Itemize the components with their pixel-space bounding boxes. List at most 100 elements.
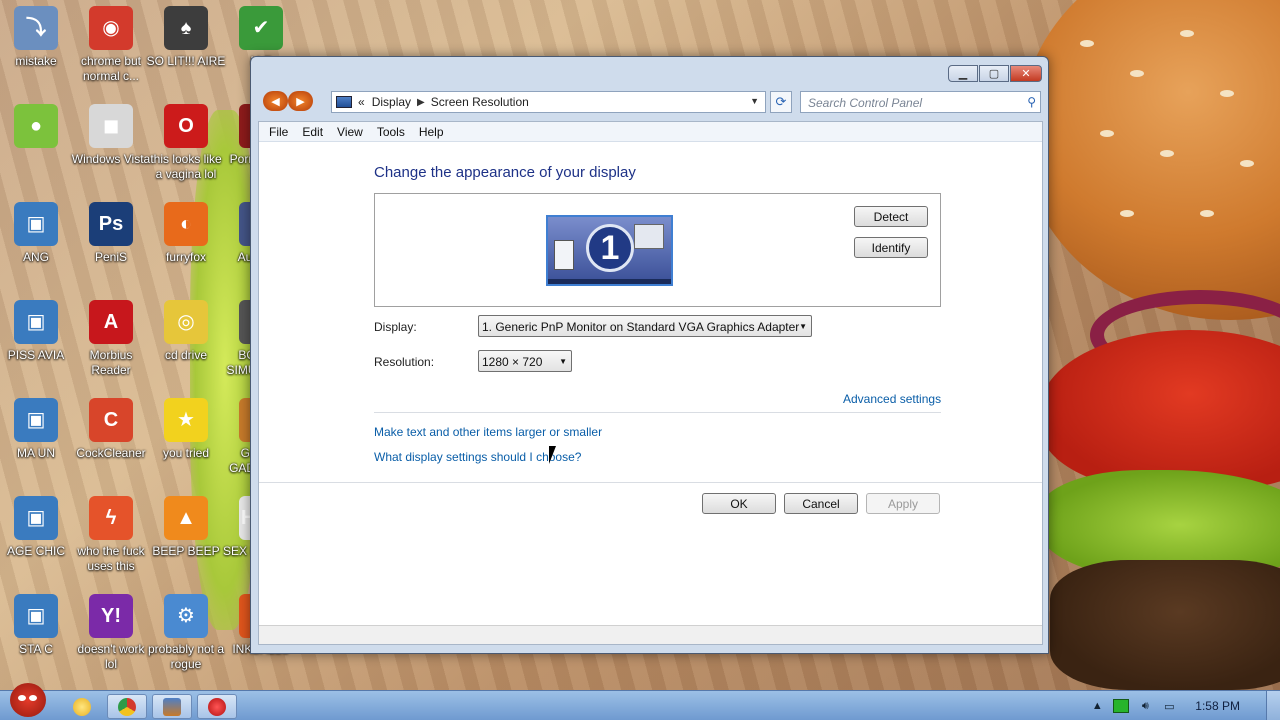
desktop-icon-label: doesn't work lol bbox=[77, 642, 145, 671]
breadcrumb-display[interactable]: Display bbox=[372, 95, 411, 109]
advanced-settings-link[interactable]: Advanced settings bbox=[843, 392, 941, 406]
desktop-icon-label: ANG bbox=[22, 250, 49, 264]
photoshop-icon: Ps bbox=[89, 202, 133, 246]
start-button[interactable] bbox=[2, 683, 50, 720]
apply-button[interactable]: Apply bbox=[866, 493, 940, 514]
desktop-icon[interactable]: ♠ SO LIT!!! AIRE bbox=[146, 6, 226, 69]
desktop-icon[interactable]: ◐ furryfox bbox=[146, 202, 226, 265]
desktop-icon[interactable]: ▣ PISS AVIA bbox=[0, 300, 76, 363]
detect-button[interactable]: Detect bbox=[854, 206, 928, 227]
desktop-icon[interactable]: Ps PeniS bbox=[71, 202, 151, 265]
desktop-icon[interactable]: C CockCleaner bbox=[71, 398, 151, 461]
display-label: Display: bbox=[374, 320, 417, 334]
refresh-button[interactable]: ⟳ bbox=[770, 91, 792, 113]
desktop-icon[interactable]: ⤵ mistake bbox=[0, 6, 76, 69]
maximize-button[interactable]: ▢ bbox=[979, 65, 1009, 82]
desktop-icon[interactable]: ▣ AGE CHIC bbox=[0, 496, 76, 559]
desktop-icon[interactable]: ● bbox=[0, 104, 76, 152]
desktop-icon[interactable]: ⚙ probably not a rogue bbox=[146, 594, 226, 672]
menu-tools[interactable]: Tools bbox=[370, 125, 412, 139]
desktop-icon[interactable]: Othis looks like a vagina lol bbox=[146, 104, 226, 182]
menu-help[interactable]: Help bbox=[412, 125, 451, 139]
display-select[interactable]: 1. Generic PnP Monitor on Standard VGA G… bbox=[478, 315, 812, 337]
menu-view[interactable]: View bbox=[330, 125, 370, 139]
desktop-icon[interactable]: ▲ BEEP BEEP bbox=[146, 496, 226, 559]
breadcrumb-separator-icon[interactable]: ▶ bbox=[417, 97, 425, 108]
navigation-bar: ◀ ▶ « Display ▶ Screen Resolution ▼ ⟳ Se… bbox=[259, 89, 1042, 113]
taskbar-opera[interactable] bbox=[197, 694, 237, 719]
address-dropdown-icon[interactable]: ▼ bbox=[750, 96, 759, 106]
show-hidden-icons-icon[interactable]: ▲ bbox=[1089, 699, 1105, 713]
desktop-icon-label: mistake bbox=[15, 54, 57, 68]
desktop-icon[interactable]: ▣ MA UN bbox=[0, 398, 76, 461]
refresh-icon: ⟳ bbox=[775, 94, 787, 109]
shield-icon: ✔ bbox=[239, 6, 283, 50]
menu-edit[interactable]: Edit bbox=[295, 125, 330, 139]
angry-bird-icon bbox=[10, 683, 46, 717]
firefox-icon: ◐ bbox=[164, 202, 208, 246]
taskbar-chrome[interactable] bbox=[107, 694, 147, 719]
vlc-icon: ▲ bbox=[164, 496, 208, 540]
chevron-down-icon: ▼ bbox=[559, 357, 567, 366]
back-button[interactable]: ◀ bbox=[263, 91, 288, 111]
desktop-icon[interactable]: ◉ chrome but normal c... bbox=[71, 6, 151, 84]
desktop-icon-label: PISS AVIA bbox=[7, 348, 65, 362]
forward-button[interactable]: ▶ bbox=[288, 91, 313, 111]
taskbar-explorer[interactable] bbox=[62, 694, 102, 719]
desktop-icon[interactable]: ★ you tried bbox=[146, 398, 226, 461]
address-bar[interactable]: « Display ▶ Screen Resolution ▼ bbox=[331, 91, 766, 113]
mouse-cursor-icon bbox=[549, 446, 556, 464]
network-icon[interactable] bbox=[1113, 699, 1130, 713]
desktop-icon-label: cd drive bbox=[164, 348, 208, 362]
menu-file[interactable]: File bbox=[262, 125, 295, 139]
app-icon: ▣ bbox=[14, 594, 58, 638]
search-input[interactable]: Search Control Panel ⚲ bbox=[800, 91, 1041, 113]
yahoo-icon: Y! bbox=[89, 594, 133, 638]
display-select-value: 1. Generic PnP Monitor on Standard VGA G… bbox=[482, 320, 800, 334]
app-icon: ▣ bbox=[14, 398, 58, 442]
desktop-icon[interactable]: ϟ who the fuck uses this bbox=[71, 496, 151, 574]
clock[interactable]: 1:58 PM bbox=[1195, 699, 1240, 713]
desktop-icon[interactable]: ◎ cd drive bbox=[146, 300, 226, 363]
identify-button[interactable]: Identify bbox=[854, 237, 928, 258]
page-title: Change the appearance of your display bbox=[374, 164, 636, 181]
volume-icon[interactable]: 🔊︎ bbox=[1137, 699, 1153, 713]
cancel-button[interactable]: Cancel bbox=[784, 493, 858, 514]
desktop-icon[interactable]: A Morbius Reader bbox=[71, 300, 151, 378]
status-bar bbox=[259, 625, 1042, 644]
desktop-icon-label: furryfox bbox=[165, 250, 206, 264]
breadcrumb-screen-resolution[interactable]: Screen Resolution bbox=[431, 95, 529, 109]
divider bbox=[374, 412, 941, 413]
minimize-icon: ▁ bbox=[958, 68, 968, 80]
chrome-icon bbox=[118, 697, 136, 716]
address-prefix[interactable]: « bbox=[358, 95, 365, 109]
power-icon[interactable]: ▭ bbox=[1161, 699, 1177, 713]
resolution-select-value: 1280 × 720 bbox=[482, 355, 543, 369]
text-size-link[interactable]: Make text and other items larger or smal… bbox=[374, 425, 602, 439]
desktop-icon[interactable]: Y! doesn't work lol bbox=[71, 594, 151, 672]
opera-icon bbox=[208, 697, 226, 716]
system-tray: ▲ 🔊︎ ▭ 1:58 PM bbox=[1085, 691, 1280, 720]
cards-icon: ♠ bbox=[164, 6, 208, 50]
minimize-button[interactable]: ▁ bbox=[948, 65, 978, 82]
desktop-icon[interactable]: ▣ STA C bbox=[0, 594, 76, 657]
taskbar-control-panel[interactable] bbox=[152, 694, 192, 719]
button-divider bbox=[259, 482, 1042, 483]
resolution-select[interactable]: 1280 × 720 ▼ bbox=[478, 350, 572, 372]
desktop-icon-label: chrome but normal c... bbox=[80, 54, 142, 83]
desktop-icon-label: SO LIT!!! AIRE bbox=[146, 54, 226, 68]
desktop-icon[interactable]: ◼ Windows Vista bbox=[71, 104, 151, 167]
maximize-icon: ▢ bbox=[988, 68, 1000, 80]
monitor-1-icon[interactable]: 1 bbox=[546, 215, 673, 286]
title-bar[interactable]: ▁ ▢ ✕ bbox=[251, 57, 1048, 85]
close-button[interactable]: ✕ bbox=[1010, 65, 1042, 82]
search-icon[interactable]: ⚲ bbox=[1027, 95, 1036, 109]
app-icon: ▣ bbox=[14, 496, 58, 540]
show-desktop-button[interactable] bbox=[1266, 691, 1280, 720]
desktop-icon[interactable]: ▣ ANG bbox=[0, 202, 76, 265]
desktop-icon-label: Morbius Reader bbox=[89, 348, 133, 377]
ok-button[interactable]: OK bbox=[702, 493, 776, 514]
desktop-icon-label: PeniS bbox=[94, 250, 128, 264]
desktop-icon-label: Windows Vista bbox=[71, 152, 151, 166]
lightning-icon: ϟ bbox=[89, 496, 133, 540]
